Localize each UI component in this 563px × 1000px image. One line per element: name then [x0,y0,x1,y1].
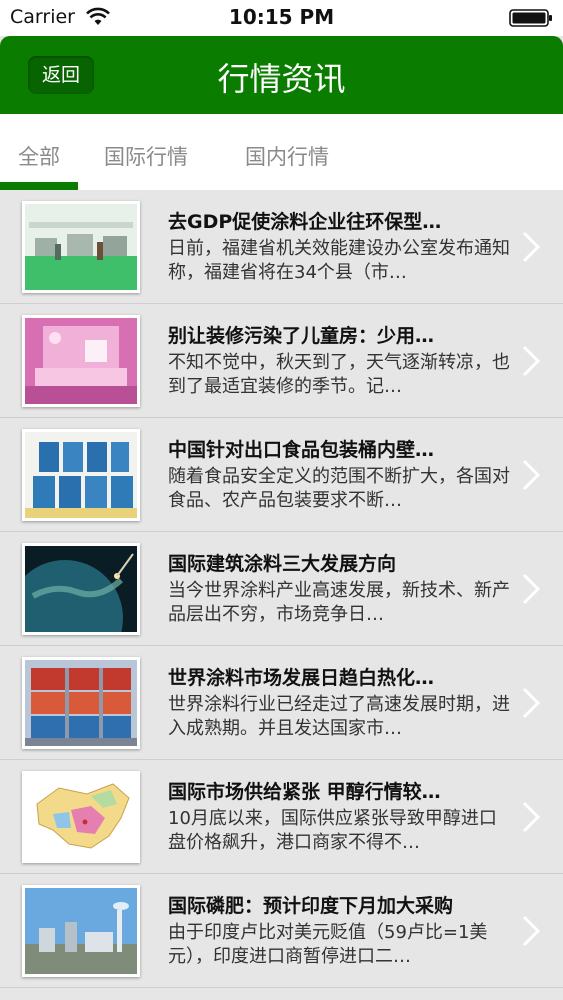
news-title: 世界涂料市场发展日趋白热化… [168,667,435,689]
tab-bar: 全部 国际行情 国内行情 [0,114,563,190]
factory-floor-photo [25,204,137,290]
page-title: 行情资讯 [217,60,346,98]
china-map-photo [25,774,137,860]
news-title: 别让装修污染了儿童房：少用… [168,325,435,347]
news-title: 中国针对出口食品包装桶内壁… [168,439,435,461]
tab-active-indicator [0,182,78,190]
paint-store-shelves-photo [25,660,137,746]
news-thumbnail [22,315,140,407]
news-summary: 当今世界涂料产业高速发展，新技术、新产品层出不穷，市场竞争日… [168,580,510,625]
news-thumbnail [22,201,140,293]
news-thumbnail [22,885,140,977]
tab-international[interactable]: 国际行情 [104,141,188,171]
chevron-right-icon [522,231,541,263]
earth-globe-photo [25,546,137,632]
chevron-right-icon [522,345,541,377]
news-summary: 由于印度卢比对美元贬值（59卢比=1美元），印度进口商暂停进口二… [168,922,488,967]
tab-domestic[interactable]: 国内行情 [245,141,329,171]
news-list: 去GDP促使涂料企业往环保型… 日前，福建省机关效能建设办公室发布通知称，福建省… [0,190,563,1000]
paint-cans-photo [25,432,137,518]
news-title: 去GDP促使涂料企业往环保型… [168,211,442,233]
status-time: 10:15 PM [228,5,335,29]
news-summary: 随着食品安全定义的范围不断扩大，各国对食品、农产品包装要求不断… [168,466,510,511]
news-summary: 不知不觉中，秋天到了，天气逐渐转凉，也到了最适宜装修的季节。记… [168,352,510,397]
news-summary: 10月底以来，国际供应紧张导致甲醇进口盘价格飙升，港口商家不得不… [168,808,497,853]
news-item[interactable]: 别让装修污染了儿童房：少用… 不知不觉中，秋天到了，天气逐渐转凉，也到了最适宜装… [0,304,563,418]
news-title: 国际建筑涂料三大发展方向 [168,553,397,575]
news-summary: 日前，福建省机关效能建设办公室发布通知称，福建省将在34个县（市… [168,238,510,283]
news-title: 国际磷肥：预计印度下月加大采购 [168,895,454,917]
news-item[interactable]: 国际建筑涂料三大发展方向 当今世界涂料产业高速发展，新技术、新产品层出不穷，市场… [0,532,563,646]
news-thumbnail [22,771,140,863]
battery-icon [509,9,552,27]
chevron-right-icon [522,801,541,833]
chevron-right-icon [522,687,541,719]
industrial-plant-photo [25,888,137,974]
news-item[interactable]: 去GDP促使涂料企业往环保型… 日前，福建省机关效能建设办公室发布通知称，福建省… [0,190,563,304]
news-item[interactable]: 国际磷肥：预计印度下月加大采购 由于印度卢比对美元贬值（59卢比=1美元），印度… [0,874,563,988]
nav-bar: 返回 行情资讯 [0,36,563,114]
chevron-right-icon [522,573,541,605]
news-item[interactable]: 国际市场供给紧张 甲醇行情较… 10月底以来，国际供应紧张导致甲醇进口盘价格飙升… [0,760,563,874]
chevron-right-icon [522,915,541,947]
pink-kids-room-photo [25,318,137,404]
chevron-right-icon [522,459,541,491]
tab-all[interactable]: 全部 [18,141,60,171]
status-bar: Carrier 10:15 PM [0,0,563,36]
news-thumbnail [22,543,140,635]
news-title: 国际市场供给紧张 甲醇行情较… [168,781,441,803]
news-item[interactable]: 世界涂料市场发展日趋白热化… 世界涂料行业已经走过了高速发展时期，进入成熟期。并… [0,646,563,760]
news-thumbnail [22,657,140,749]
news-summary: 世界涂料行业已经走过了高速发展时期，进入成熟期。并且发达国家市… [168,694,510,739]
news-thumbnail [22,429,140,521]
news-item[interactable]: 中国针对出口食品包装桶内壁… 随着食品安全定义的范围不断扩大，各国对食品、农产品… [0,418,563,532]
